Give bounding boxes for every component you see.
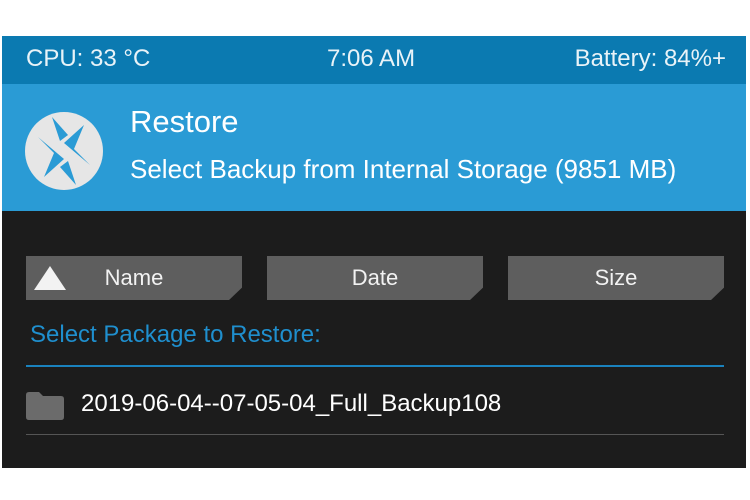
cpu-temperature: CPU: 33 °C xyxy=(26,45,151,72)
sort-by-date-button[interactable]: Date xyxy=(267,256,483,300)
header: Restore Select Backup from Internal Stor… xyxy=(2,84,746,211)
row-divider xyxy=(26,434,724,435)
twrp-screen: CPU: 33 °C 7:06 AM Battery: 84%+ Restore… xyxy=(2,36,746,468)
battery-status: Battery: 84%+ xyxy=(574,45,726,72)
status-bar: CPU: 33 °C 7:06 AM Battery: 84%+ xyxy=(2,36,746,84)
twrp-logo-icon xyxy=(25,112,103,190)
folder-icon xyxy=(26,392,64,420)
list-divider xyxy=(26,365,724,367)
sort-by-size-button[interactable]: Size xyxy=(508,256,724,300)
list-item[interactable]: 2019-06-04--07-05-04_Full_Backup108 xyxy=(26,378,724,434)
backup-file-name: 2019-06-04--07-05-04_Full_Backup108 xyxy=(81,390,502,417)
sort-date-label: Date xyxy=(351,265,399,290)
sort-size-label: Size xyxy=(594,265,638,290)
page-subtitle: Select Backup from Internal Storage (985… xyxy=(130,154,677,184)
package-list-label: Select Package to Restore: xyxy=(30,321,321,348)
page-title: Restore xyxy=(130,104,239,139)
clock: 7:06 AM xyxy=(327,45,416,72)
sort-by-name-button[interactable]: Name xyxy=(26,256,242,300)
sort-ascending-triangle-icon xyxy=(34,266,66,290)
sort-name-label: Name xyxy=(104,265,164,290)
